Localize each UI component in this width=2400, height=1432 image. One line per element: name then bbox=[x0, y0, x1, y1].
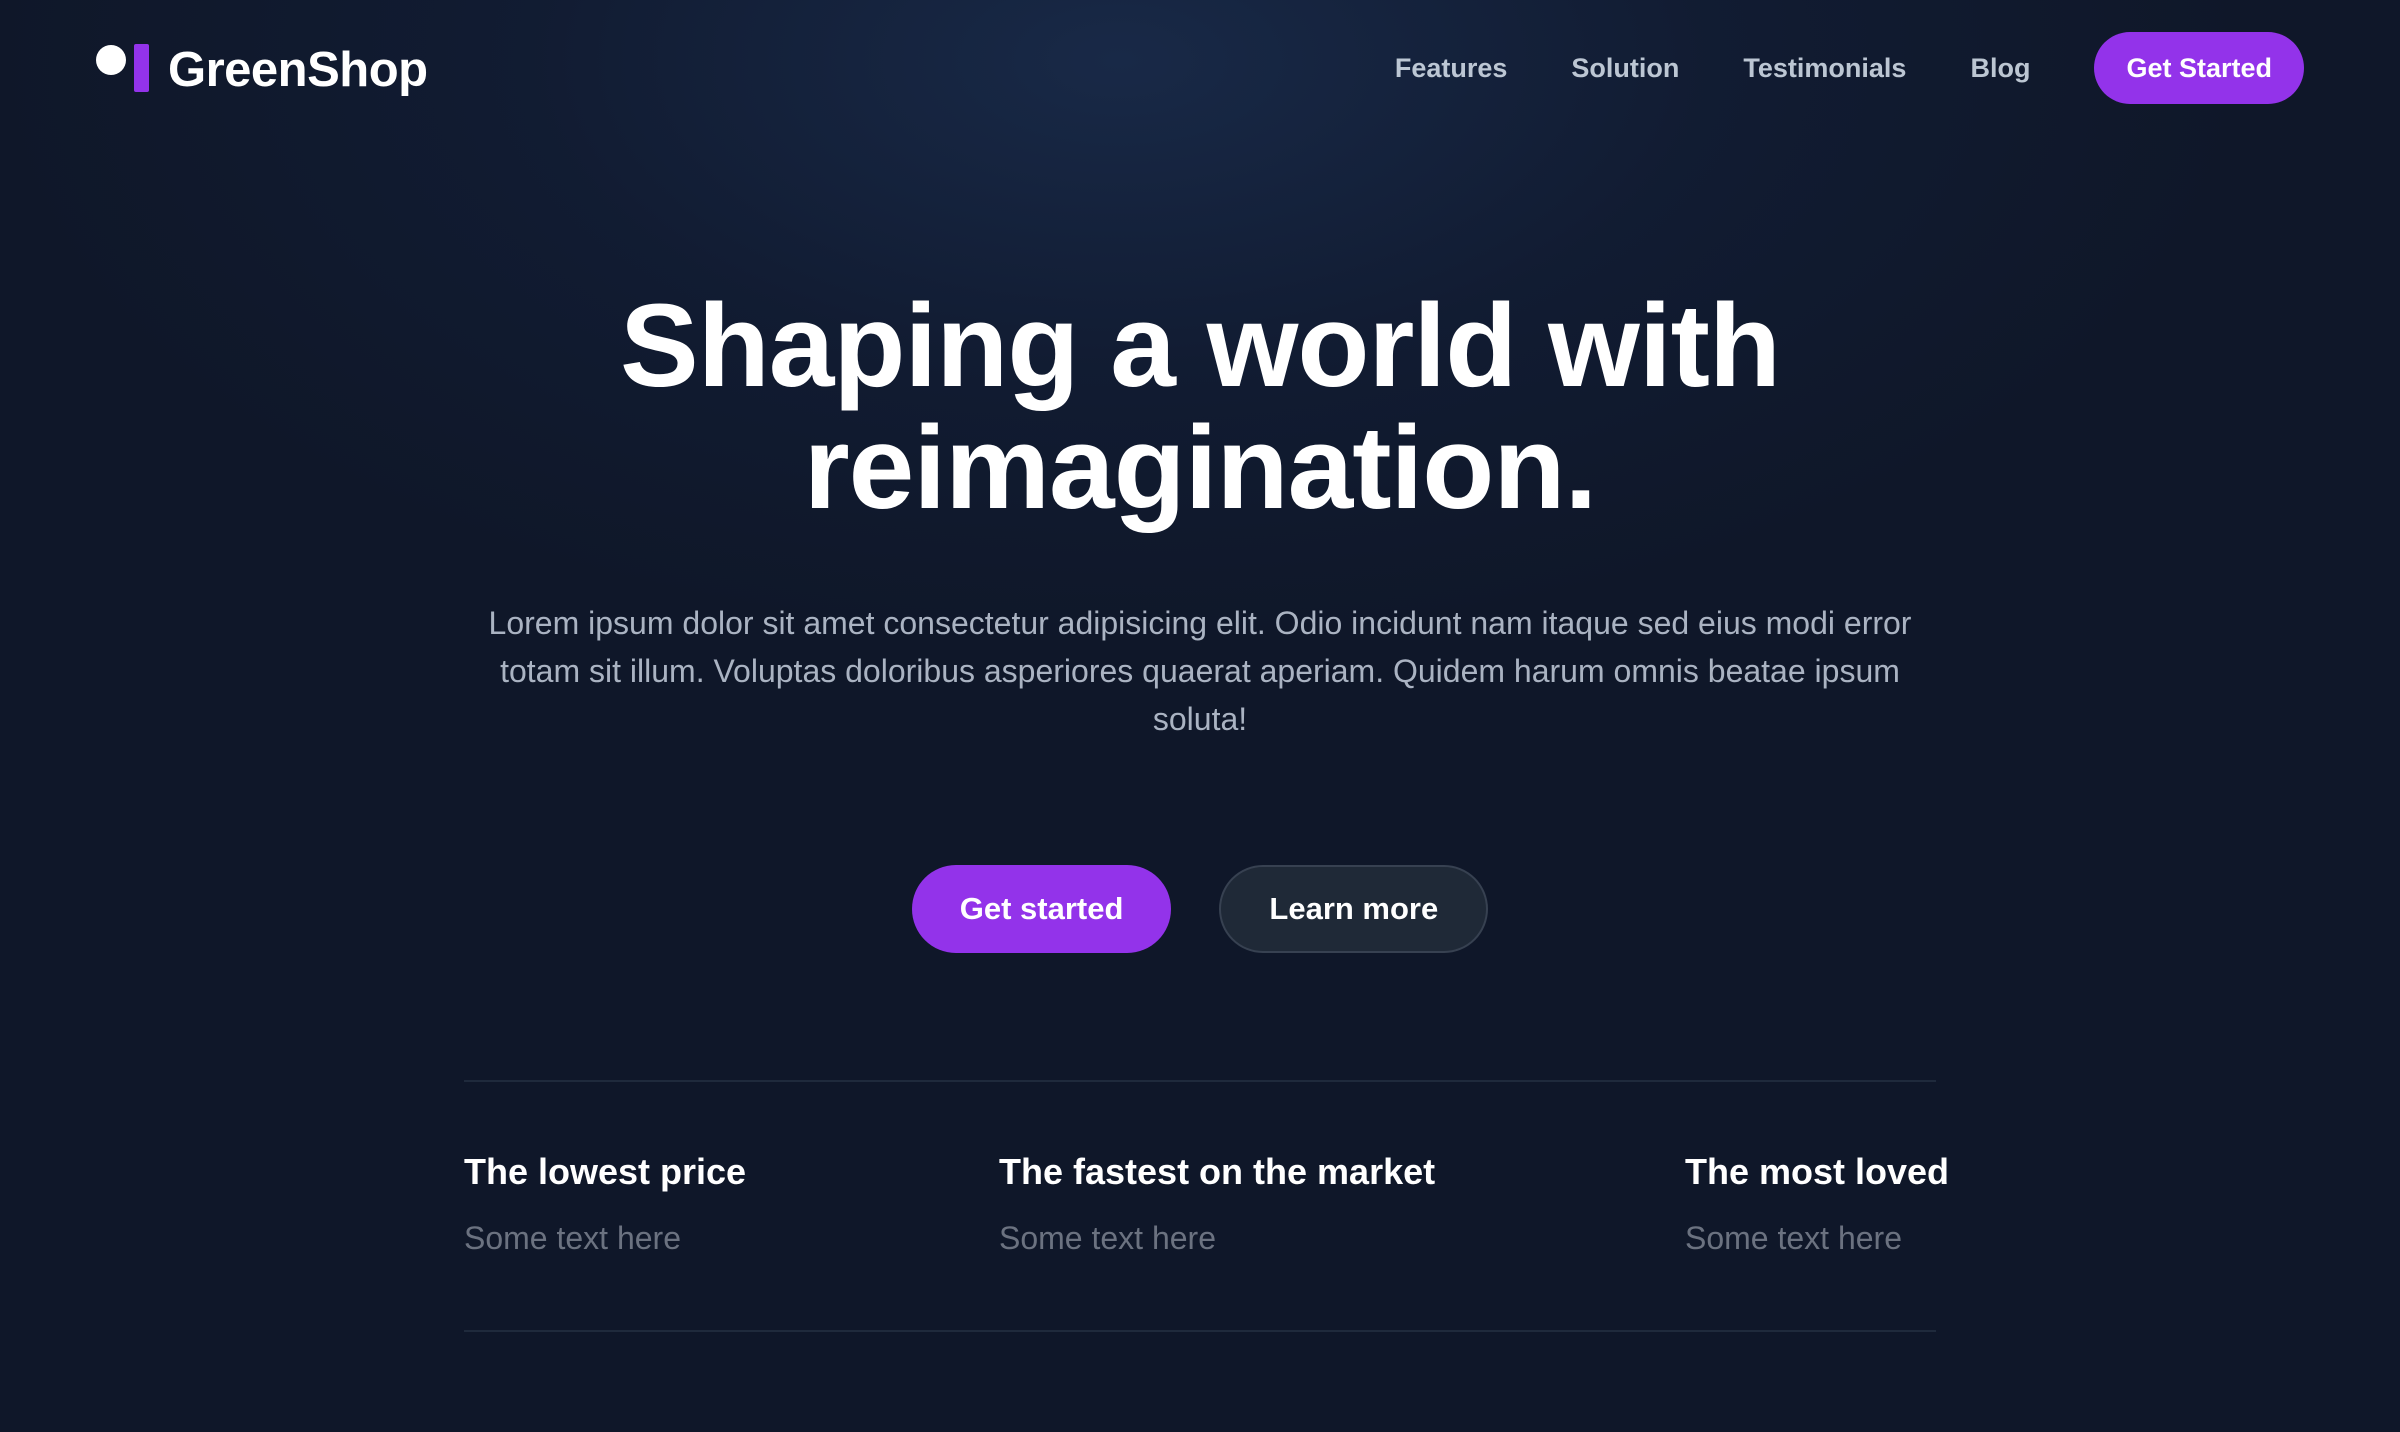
top-navbar: GreenShop Features Solution Testimonials… bbox=[0, 0, 2400, 140]
feature-title: The fastest on the market bbox=[999, 1151, 1436, 1192]
nav-link-solution[interactable]: Solution bbox=[1571, 53, 1679, 84]
nav-link-testimonials[interactable]: Testimonials bbox=[1743, 53, 1906, 84]
get-started-button[interactable]: Get started bbox=[911, 865, 1172, 953]
feature-text: Some text here bbox=[464, 1220, 681, 1256]
learn-more-button[interactable]: Learn more bbox=[1219, 865, 1489, 953]
logo-bar-icon bbox=[134, 44, 149, 92]
feature-item-lowest-price: The lowest price Some text here bbox=[464, 1150, 746, 1258]
feature-title: The most loved bbox=[1685, 1151, 1950, 1192]
get-started-nav-button[interactable]: Get Started bbox=[2094, 32, 2304, 104]
nav-link-blog[interactable]: Blog bbox=[1970, 53, 2030, 84]
features-top-divider bbox=[464, 1080, 1936, 1082]
hero-title-line-2: reimagination. bbox=[803, 402, 1597, 534]
brand-name: GreenShop bbox=[168, 43, 428, 97]
hero-title: Shaping a world with reimagination. bbox=[0, 285, 2400, 529]
feature-text: Some text here bbox=[1685, 1220, 1902, 1256]
hero-actions: Get started Learn more bbox=[0, 865, 2400, 953]
nav-links: Features Solution Testimonials Blog Get … bbox=[1395, 32, 2304, 104]
hero-section: Shaping a world with reimagination. Lore… bbox=[0, 285, 2400, 743]
feature-item-fastest: The fastest on the market Some text here bbox=[999, 1150, 1435, 1258]
landing-page: GreenShop Features Solution Testimonials… bbox=[0, 0, 2400, 1432]
feature-item-most-loved: The most loved Some text here bbox=[1685, 1150, 1949, 1258]
features-bottom-divider bbox=[464, 1330, 1936, 1332]
hero-title-line-1: Shaping a world with bbox=[620, 280, 1781, 412]
hero-description: Lorem ipsum dolor sit amet consectetur a… bbox=[488, 605, 1912, 737]
feature-text: Some text here bbox=[999, 1220, 1216, 1256]
nav-link-features[interactable]: Features bbox=[1395, 53, 1508, 84]
logo-dot-icon bbox=[96, 45, 126, 75]
feature-title: The lowest price bbox=[464, 1151, 747, 1192]
